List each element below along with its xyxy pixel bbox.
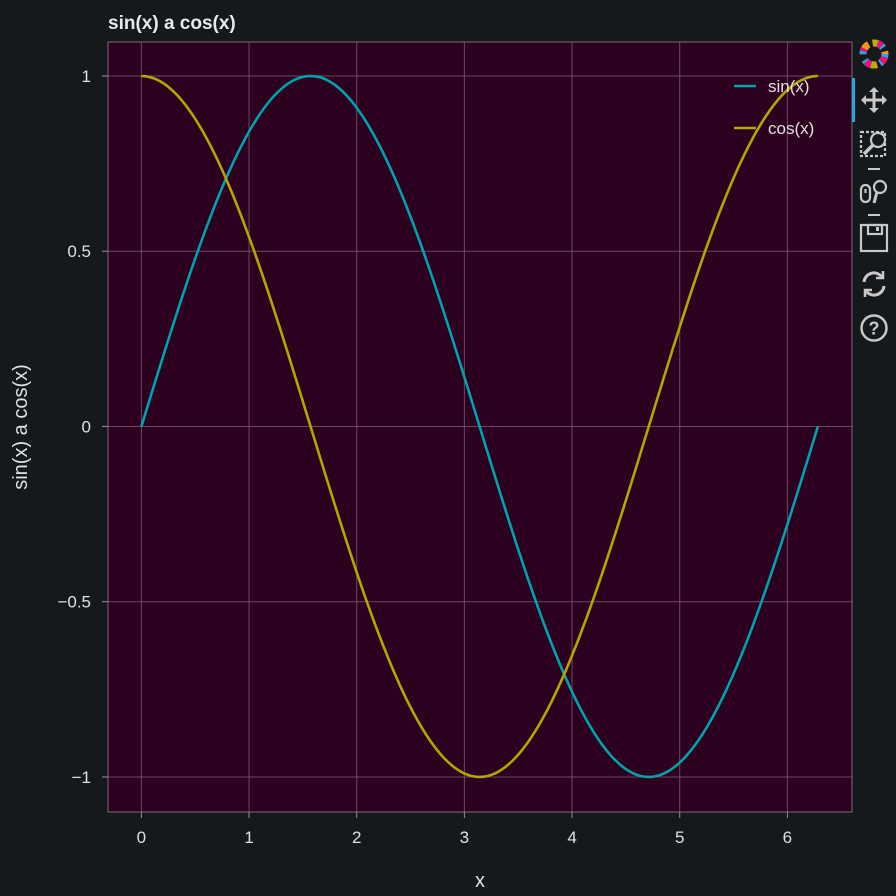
x-axis-label: x [475, 870, 485, 892]
x-axis: 0 1 2 3 4 5 6 [137, 812, 792, 847]
wheel-zoom-icon[interactable] [858, 176, 890, 208]
x-tick-label: 5 [675, 828, 684, 847]
y-axis-label: sin(x) a cos(x) [10, 364, 32, 490]
y-tick-label: 1 [82, 67, 91, 86]
help-icon[interactable]: ? [858, 312, 890, 344]
x-tick-label: 1 [244, 828, 253, 847]
y-tick-label: 0 [82, 417, 91, 436]
x-tick-label: 4 [567, 828, 576, 847]
y-tick-label: 0.5 [67, 242, 91, 261]
reset-icon[interactable] [858, 268, 890, 300]
x-tick-label: 2 [352, 828, 361, 847]
x-tick-label: 3 [460, 828, 469, 847]
chart-title: sin(x) a cos(x) [108, 13, 236, 34]
pan-icon[interactable] [858, 84, 890, 116]
toolbar-separator [868, 214, 880, 216]
y-tick-label: −0.5 [57, 593, 91, 612]
x-tick-label: 0 [137, 828, 146, 847]
active-tool-indicator [852, 78, 855, 122]
x-tick-label: 6 [783, 828, 792, 847]
chart: 0 1 2 3 4 5 6 −1 −0.5 0 0.5 1 sin(x) cos(x) sin(x) … [10, 13, 853, 892]
svg-text:?: ? [869, 319, 880, 339]
legend-label: cos(x) [768, 119, 814, 138]
box-zoom-icon[interactable] [858, 128, 890, 160]
y-axis: −1 −0.5 0 0.5 1 [57, 67, 108, 787]
toolbar-separator [868, 168, 880, 170]
legend-label: sin(x) [768, 77, 810, 96]
bokeh-logo-icon[interactable] [858, 38, 890, 70]
y-tick-label: −1 [72, 768, 91, 787]
save-icon[interactable] [858, 222, 890, 254]
